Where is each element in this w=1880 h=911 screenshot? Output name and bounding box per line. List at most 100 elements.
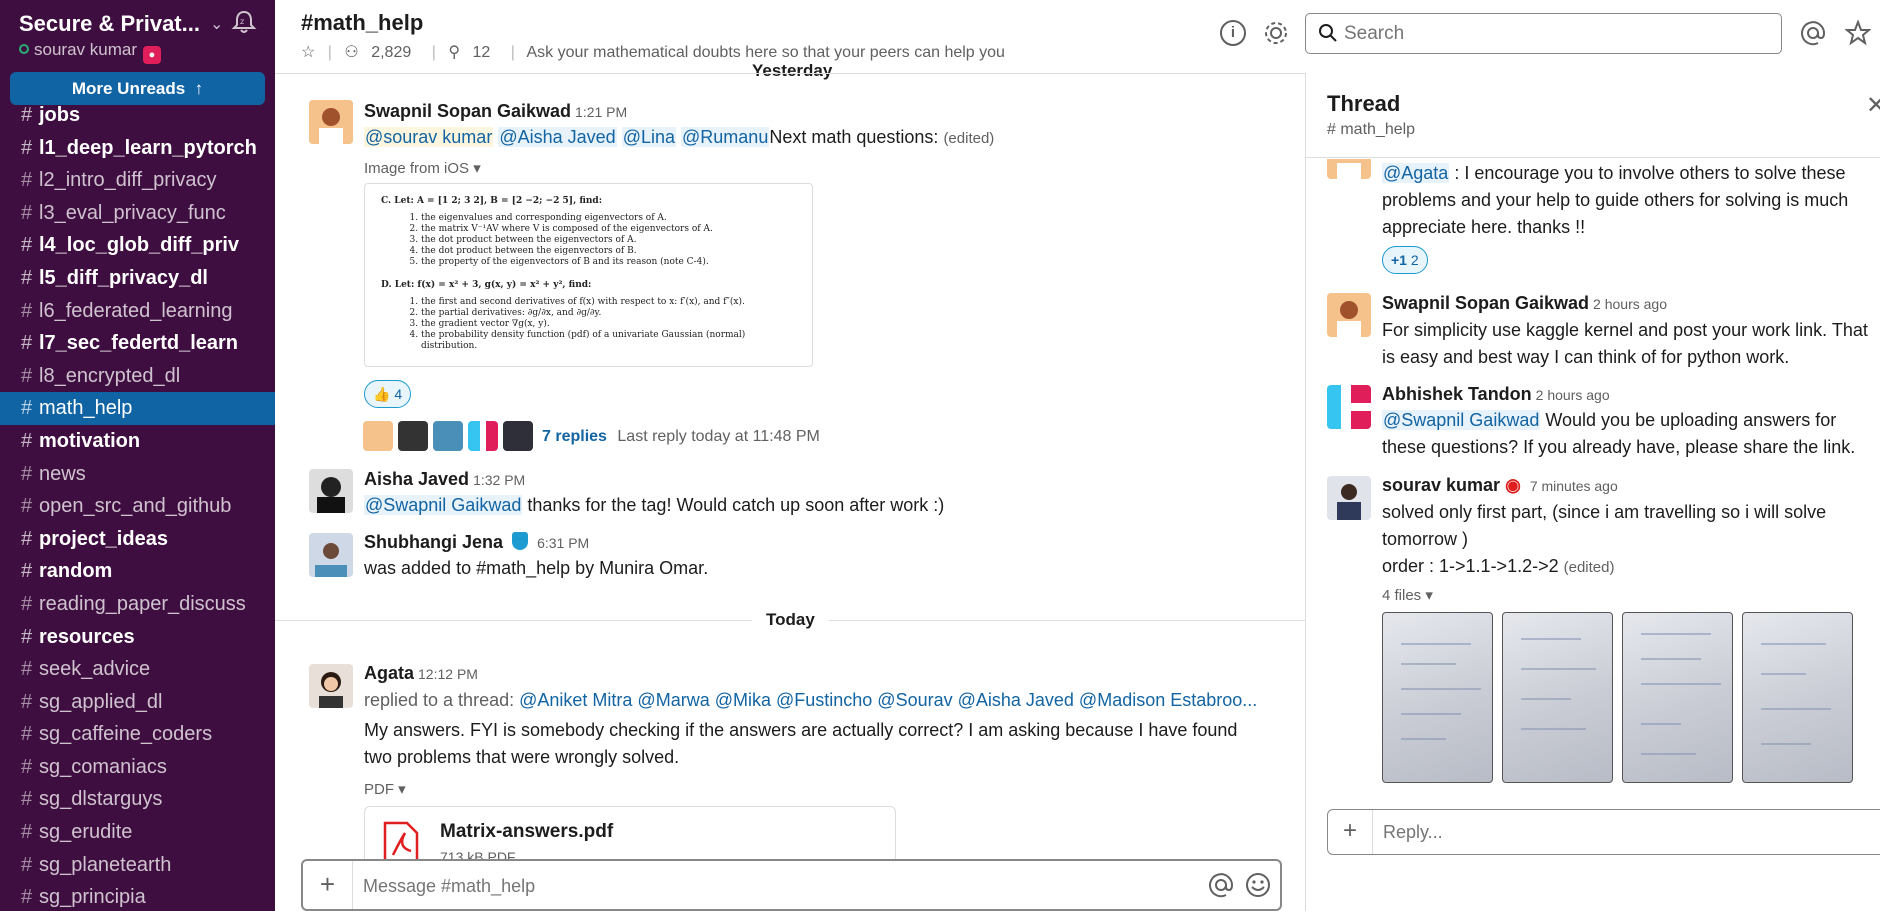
message-timestamp[interactable]: 2 hours ago: [1593, 296, 1667, 312]
channel-info-button[interactable]: i: [1220, 20, 1246, 46]
thread-summary[interactable]: 7 replies Last reply today at 11:48 PM: [542, 423, 820, 450]
sidebar-item-sg-dlstarguys[interactable]: # sg_dlstarguys: [0, 783, 275, 816]
search-input[interactable]: [1344, 20, 1764, 48]
star-icon[interactable]: ☆: [301, 44, 315, 61]
thread-channel-name[interactable]: math_help: [1340, 121, 1415, 138]
sidebar-item-sg-applied-dl[interactable]: # sg_applied_dl: [0, 686, 275, 719]
close-icon[interactable]: ✕: [1866, 91, 1880, 120]
file-attachment[interactable]: Matrix-answers.pdf 713 kB PDF: [364, 806, 896, 866]
avatar[interactable]: [1327, 385, 1371, 429]
message-timestamp[interactable]: 1:32 PM: [473, 472, 525, 488]
pins-button[interactable]: ⚲ 12: [448, 44, 498, 61]
sidebar-item-sg-planetearth[interactable]: # sg_planetearth: [0, 849, 275, 882]
attached-image[interactable]: C. Let: A = [1 2; 3 2], B = [2 −2; −2 5]…: [364, 183, 813, 367]
files-toggle[interactable]: 4 files ▾: [1382, 582, 1433, 609]
gear-icon[interactable]: [1262, 19, 1290, 47]
emoji-icon[interactable]: [1245, 872, 1271, 898]
sidebar-item-l4-loc-glob-diff-priv[interactable]: # l4_loc_glob_diff_priv: [0, 229, 275, 262]
avatar[interactable]: [309, 100, 353, 144]
message-timestamp[interactable]: 1:21 PM: [575, 104, 627, 120]
message-author-name[interactable]: Swapnil Sopan Gaikwad: [1382, 293, 1589, 313]
message-author[interactable]: Swapnil Sopan Gaikwad 1:21 PM: [364, 101, 627, 122]
sidebar-item-jobs[interactable]: # jobs: [0, 99, 275, 132]
message-author-name[interactable]: Shubhangi Jena: [364, 532, 503, 552]
sidebar-item-l6-federated-learning[interactable]: # l6_federated_learning: [0, 295, 275, 328]
avatar[interactable]: [1327, 159, 1371, 179]
chevron-down-icon[interactable]: ⌄: [210, 14, 223, 34]
mention[interactable]: @Swapnil Gaikwad: [364, 495, 523, 515]
avatar[interactable]: [309, 469, 353, 513]
workspace-name[interactable]: Secure & Privat...: [19, 11, 200, 37]
message-author-name[interactable]: Abhishek Tandon: [1382, 384, 1532, 404]
sidebar-item-l7-sec-federtd-learn[interactable]: # l7_sec_federtd_learn: [0, 327, 275, 360]
message-author-name[interactable]: Aisha Javed: [364, 469, 469, 489]
message-timestamp[interactable]: 7 minutes ago: [1530, 478, 1618, 494]
sidebar-item-seek-advice[interactable]: # seek_advice: [0, 653, 275, 686]
starred-items-icon[interactable]: [1845, 20, 1871, 46]
mention[interactable]: @Rumanu: [681, 127, 770, 147]
replies-link[interactable]: 7 replies: [542, 428, 607, 445]
attach-plus-button[interactable]: +: [1328, 810, 1373, 854]
sidebar-item-news[interactable]: # news: [0, 458, 275, 491]
thread-channel[interactable]: # math_help: [1327, 121, 1415, 139]
file-thumbnail[interactable]: [1742, 612, 1853, 783]
sidebar-item-sg-comaniacs[interactable]: # sg_comaniacs: [0, 751, 275, 784]
avatar[interactable]: [309, 664, 353, 708]
message-timestamp[interactable]: 2 hours ago: [1536, 387, 1610, 403]
mention[interactable]: @Swapnil Gaikwad: [1382, 410, 1541, 430]
workspace-header[interactable]: Secure & Privat... ⌄ z sourav kumar ●: [19, 9, 259, 65]
sidebar-item-l2-intro-diff-privacy[interactable]: # l2_intro_diff_privacy: [0, 164, 275, 197]
message-author-name[interactable]: sourav kumar: [1382, 475, 1500, 495]
sidebar-item-resources[interactable]: # resources: [0, 621, 275, 654]
sidebar-item-l3-eval-privacy-func[interactable]: # l3_eval_privacy_func: [0, 197, 275, 230]
current-user[interactable]: sourav kumar ●: [19, 40, 161, 64]
sidebar-item-l1-deep-learn-pytorch[interactable]: # l1_deep_learn_pytorch: [0, 132, 275, 165]
message-timestamp[interactable]: 6:31 PM: [537, 535, 589, 551]
sidebar-item-sg-erudite[interactable]: # sg_erudite: [0, 816, 275, 849]
mention[interactable]: @Lina: [621, 127, 676, 147]
bell-snooze-icon[interactable]: z: [231, 9, 257, 35]
sidebar-item-l5-diff-privacy-dl[interactable]: # l5_diff_privacy_dl: [0, 262, 275, 295]
mention-list[interactable]: @Aniket Mitra @Marwa @Mika @Fustincho @S…: [519, 690, 1257, 710]
mention[interactable]: @Agata: [1382, 163, 1450, 183]
members-button[interactable]: ⚇ 2,829: [344, 44, 419, 61]
message-author[interactable]: Aisha Javed 1:32 PM: [364, 469, 525, 490]
channel-title[interactable]: #math_help: [301, 10, 423, 36]
avatar[interactable]: [1327, 476, 1371, 520]
thread-participants[interactable]: [363, 421, 538, 451]
avatar[interactable]: [309, 533, 353, 577]
message-input[interactable]: [363, 873, 1163, 899]
sidebar-item-project-ideas[interactable]: # project_ideas: [0, 523, 275, 556]
mention[interactable]: @Aisha Javed: [498, 127, 617, 147]
attach-plus-button[interactable]: +: [303, 861, 353, 909]
sidebar-item-l8-encrypted-dl[interactable]: # l8_encrypted_dl: [0, 360, 275, 393]
message-author-name[interactable]: Swapnil Sopan Gaikwad: [364, 101, 571, 121]
sidebar-item-sg-principia[interactable]: # sg_principia: [0, 881, 275, 911]
mentions-at-icon[interactable]: [1800, 20, 1826, 46]
sidebar-item-open-src-and-github[interactable]: # open_src_and_github: [0, 490, 275, 523]
thread-message-author[interactable]: Abhishek Tandon 2 hours ago: [1382, 384, 1610, 405]
thread-message-author[interactable]: Swapnil Sopan Gaikwad 2 hours ago: [1382, 293, 1667, 314]
sidebar-item-sg-caffeine-coders[interactable]: # sg_caffeine_coders: [0, 718, 275, 751]
file-thumbnail[interactable]: [1622, 612, 1733, 783]
reaction-plus-one[interactable]: +1 2: [1382, 246, 1428, 274]
message-author[interactable]: Shubhangi Jena 6:31 PM: [364, 532, 589, 553]
reply-input[interactable]: [1383, 820, 1823, 844]
sidebar-item-random[interactable]: # random: [0, 555, 275, 588]
message-timestamp[interactable]: 12:12 PM: [418, 666, 478, 682]
sidebar-item-math-help[interactable]: # math_help: [0, 392, 275, 425]
sidebar-item-reading-paper-discuss[interactable]: # reading_paper_discuss: [0, 588, 275, 621]
file-thumbnail[interactable]: [1382, 612, 1493, 783]
message-author-name[interactable]: Agata: [364, 663, 414, 683]
mention[interactable]: @sourav kumar: [364, 127, 494, 147]
attachment-toggle[interactable]: PDF ▾: [364, 776, 406, 803]
avatar[interactable]: [1327, 293, 1371, 337]
thread-message-author[interactable]: sourav kumar ◉ 7 minutes ago: [1382, 475, 1618, 496]
mention-at-icon[interactable]: [1208, 872, 1234, 898]
attachment-toggle[interactable]: Image from iOS ▾: [364, 155, 481, 182]
channel-topic[interactable]: Ask your mathematical doubts here so tha…: [526, 44, 1004, 61]
message-author[interactable]: Agata 12:12 PM: [364, 663, 478, 684]
search-bar[interactable]: [1305, 13, 1782, 54]
reaction-thumbsup[interactable]: 👍 4: [364, 380, 412, 408]
file-name[interactable]: Matrix-answers.pdf: [440, 821, 613, 843]
